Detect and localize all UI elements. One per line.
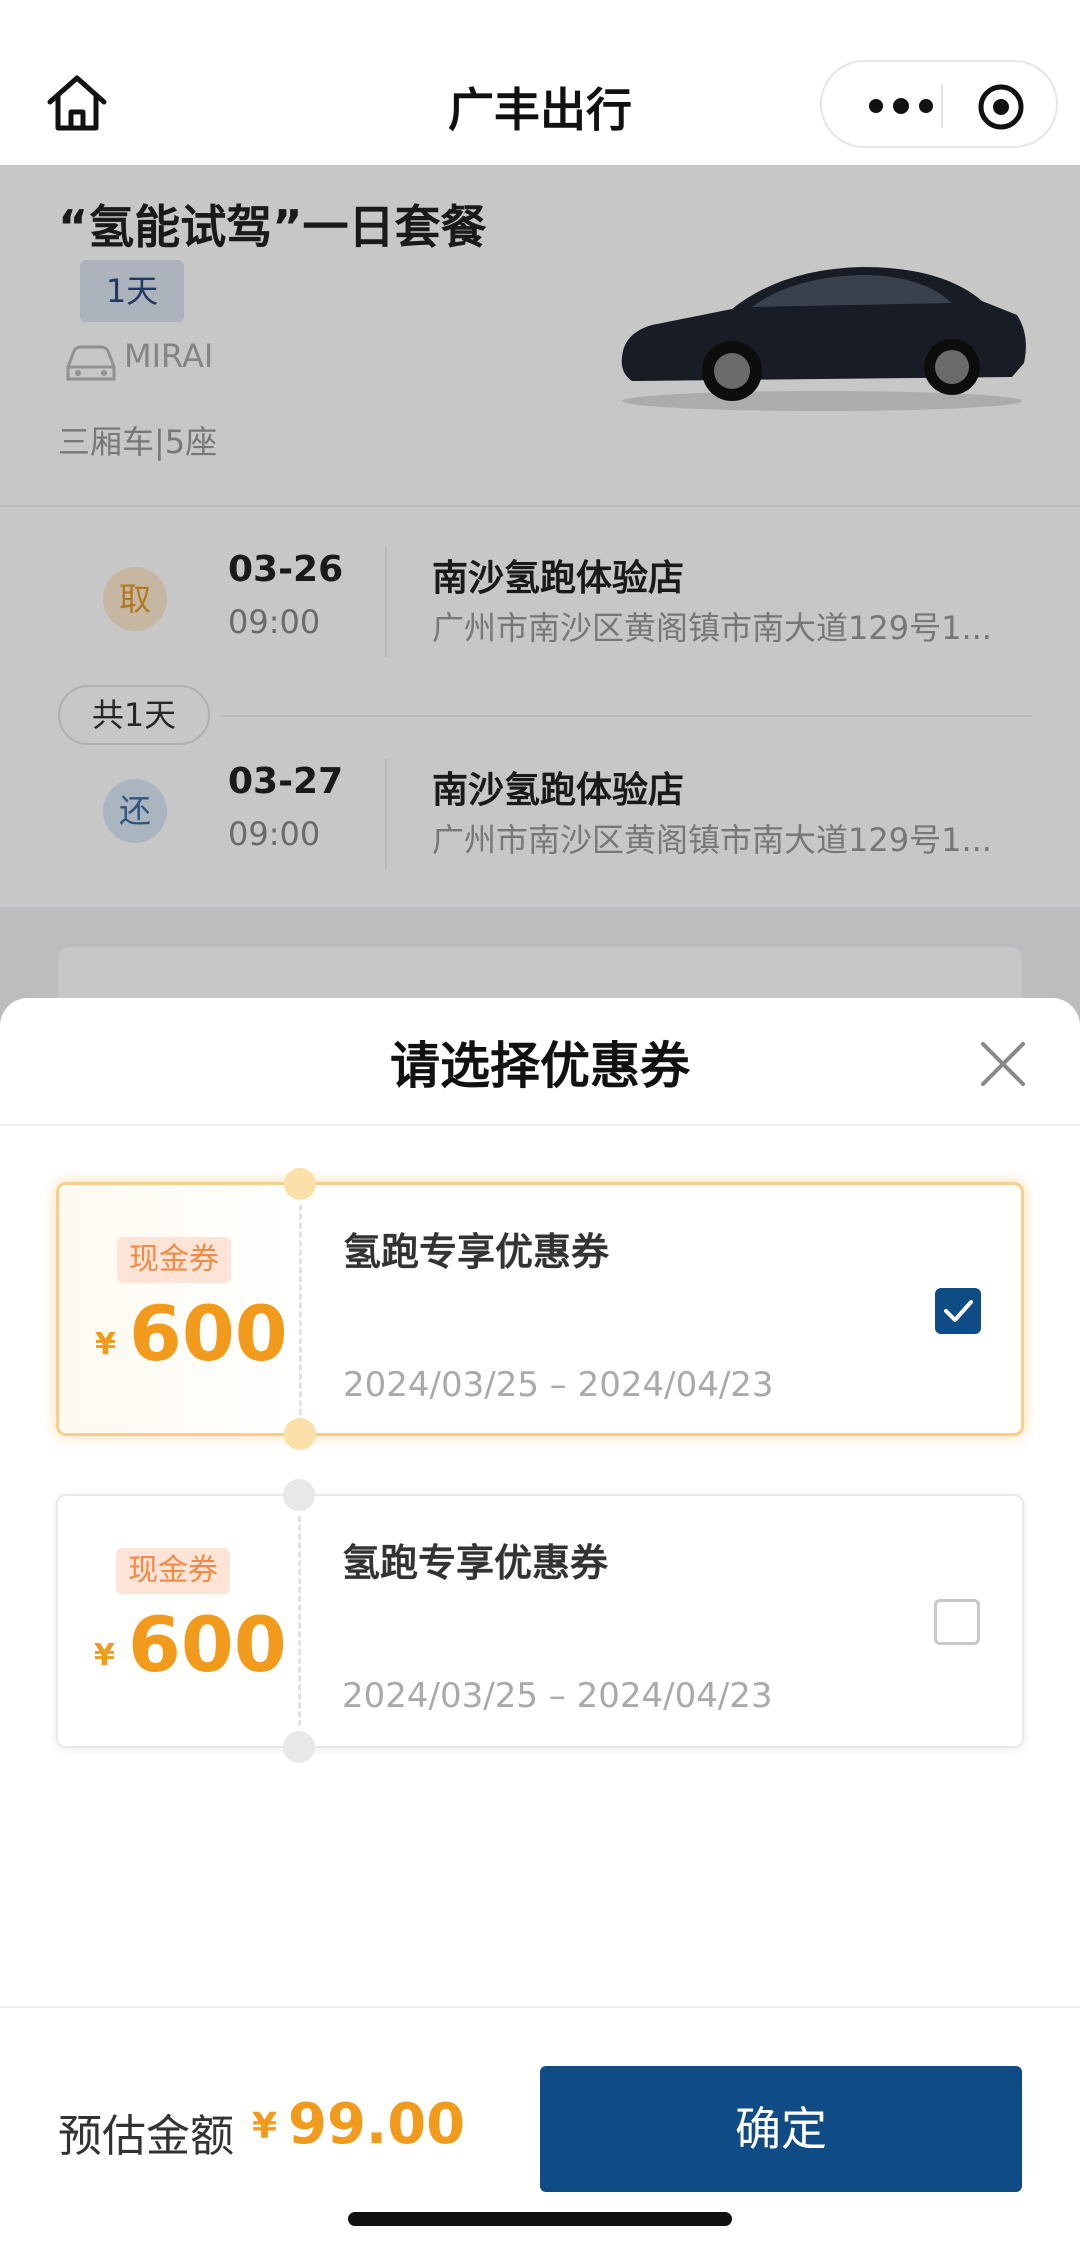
coupon-amount: 600: [128, 1600, 287, 1689]
coupon-name: 氢跑专享优惠券: [342, 1541, 609, 1585]
coupon-tag: 现金券: [116, 1548, 230, 1594]
coupon-currency: ¥: [95, 1327, 116, 1362]
estimate-currency: ¥: [252, 2106, 278, 2147]
coupon-amount: 600: [129, 1289, 288, 1378]
more-dots-icon[interactable]: [858, 88, 948, 124]
coupon-name: 氢跑专享优惠券: [343, 1230, 610, 1274]
coupon-notch: [284, 1168, 316, 1200]
coupon-currency: ¥: [94, 1638, 115, 1673]
coupon-notch: [283, 1731, 315, 1763]
coupon-checkbox[interactable]: [934, 1599, 980, 1645]
coupon-tag: 现金券: [117, 1237, 231, 1283]
capsule-divider: [941, 84, 943, 128]
coupon-validity: 2024/03/25 – 2024/04/23: [342, 1676, 773, 1716]
coupon-card[interactable]: 现金券 ¥ 600 氢跑专享优惠券 2024/03/25 – 2024/04/2…: [56, 1479, 1024, 1763]
coupon-checkbox-checked[interactable]: [935, 1288, 981, 1334]
home-indicator[interactable]: [348, 2212, 732, 2226]
confirm-button[interactable]: 确定: [540, 2066, 1022, 2192]
coupon-notch: [284, 1418, 316, 1450]
coupon-card[interactable]: 现金券 ¥ 600 氢跑专享优惠券 2024/03/25 – 2024/04/2…: [56, 1168, 1024, 1450]
coupon-perforation: [298, 1516, 301, 1726]
mini-program-capsule: [820, 60, 1058, 148]
coupon-perforation: [299, 1205, 302, 1415]
coupon-validity: 2024/03/25 – 2024/04/23: [343, 1365, 774, 1405]
estimate-label: 预估金额: [58, 2111, 234, 2162]
close-icon[interactable]: [975, 1036, 1031, 1092]
coupon-notch: [283, 1479, 315, 1511]
target-icon[interactable]: [976, 82, 1026, 132]
nav-header: 广丰出行: [0, 0, 1080, 165]
sheet-divider: [0, 1124, 1080, 1126]
sheet-title: 请选择优惠券: [390, 1037, 690, 1095]
estimate-amount: 99.00: [288, 2092, 466, 2157]
